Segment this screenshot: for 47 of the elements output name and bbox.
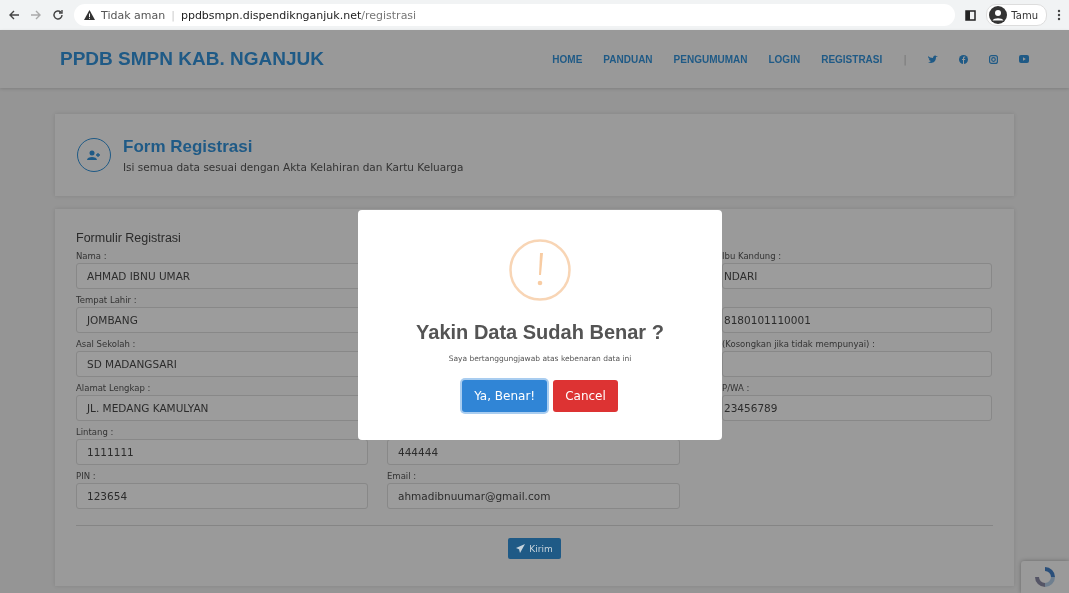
field-label: Nama :: [76, 251, 108, 261]
warning-icon: [84, 10, 95, 20]
forward-icon[interactable]: [30, 9, 42, 21]
field-label: Email :: [387, 471, 418, 481]
input-field[interactable]: [722, 351, 992, 377]
field-label: Lintang :: [76, 427, 115, 437]
section-title: Formulir Registrasi: [76, 231, 182, 245]
menu-icon[interactable]: [1057, 9, 1061, 21]
input-field[interactable]: 8180101110001: [722, 307, 992, 333]
back-icon[interactable]: [8, 9, 20, 21]
nav-link[interactable]: REGISTRASI: [821, 53, 883, 65]
input-field[interactable]: NDARI: [722, 263, 992, 289]
nav-link[interactable]: PANDUAN: [603, 53, 653, 65]
play-icon[interactable]: [1019, 55, 1029, 63]
input-field[interactable]: 123654: [76, 483, 368, 509]
avatar-icon: [989, 6, 1008, 24]
nav-link[interactable]: PENGUMUMAN: [673, 53, 748, 65]
nav-separator: |: [903, 52, 907, 66]
submit-button[interactable]: Kirim: [508, 538, 561, 559]
captcha-badge[interactable]: [1021, 561, 1069, 593]
cancel-button[interactable]: Cancel: [553, 380, 618, 412]
captcha-icon: [1033, 565, 1057, 589]
reload-icon[interactable]: [52, 9, 64, 21]
field-label: Ibu Kandung :: [722, 251, 783, 261]
field-label: Alamat Lengkap :: [76, 383, 152, 393]
dialog-title: Yakin Data Sudah Benar ?: [416, 321, 664, 344]
camera-icon[interactable]: [989, 54, 998, 64]
input-field[interactable]: 1111111: [76, 439, 368, 465]
field-label: Tempat Lahir :: [76, 295, 138, 305]
facebook-icon[interactable]: [959, 54, 968, 64]
address-bar[interactable]: Tidak aman | ppdbsmpn.dispendiknganjuk.net/registrasi: [74, 4, 956, 26]
field-label: P/WA :: [722, 383, 751, 393]
bird-icon[interactable]: [928, 54, 938, 64]
form-title: Form Registrasi: [123, 137, 254, 157]
field-label: (Kosongkan jika tidak mempunyai) :: [722, 339, 876, 349]
profile-button[interactable]: Tamu: [986, 4, 1047, 26]
nav-link[interactable]: LOGIN: [768, 53, 801, 65]
input-field[interactable]: ahmadibnuumar@gmail.com: [387, 483, 680, 509]
input-field[interactable]: 23456789: [722, 395, 992, 421]
send-icon: [516, 544, 526, 553]
field-label: PIN :: [76, 471, 97, 481]
field-label: Asal Sekolah :: [76, 339, 137, 349]
warning-icon: [509, 239, 571, 301]
input-field[interactable]: 444444: [387, 439, 680, 465]
form-subtitle: Isi semua data sesuai dengan Akta Kelahiran dan Kartu Keluarga: [123, 161, 464, 173]
sidebar-icon[interactable]: [965, 9, 977, 21]
confirm-button[interactable]: Ya, Benar!: [462, 380, 548, 412]
